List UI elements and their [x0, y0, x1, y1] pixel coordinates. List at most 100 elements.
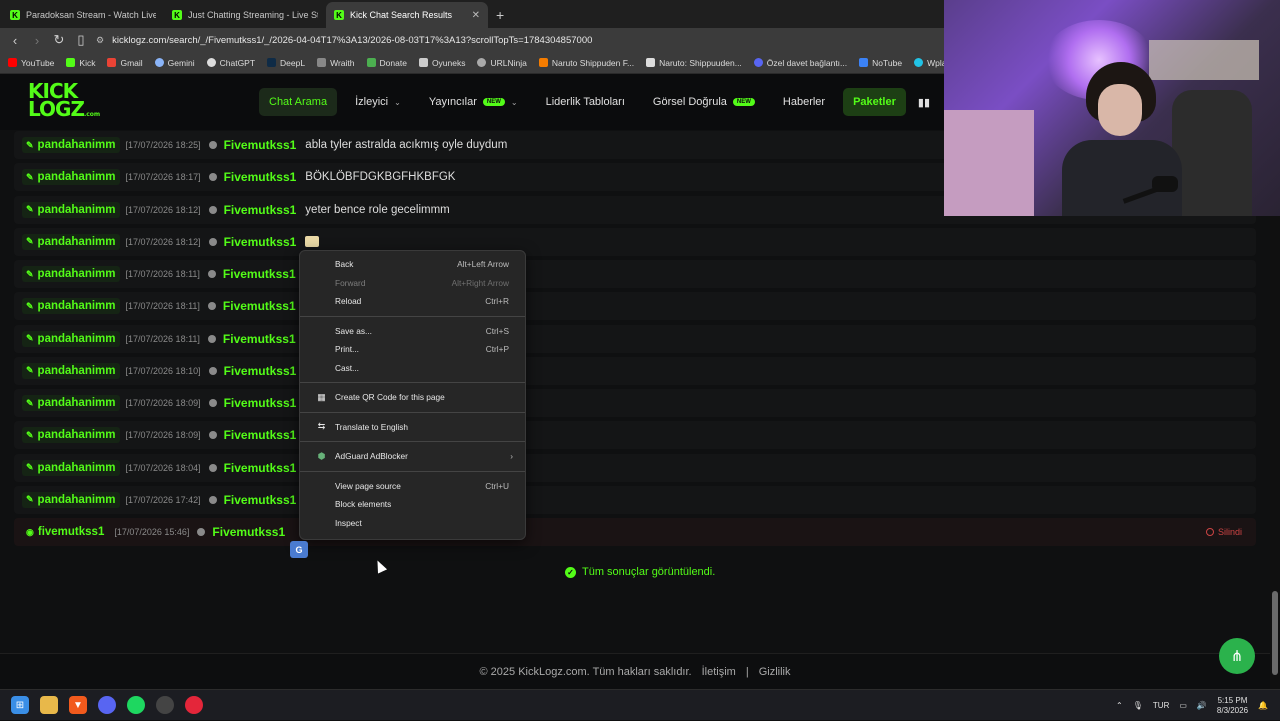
username-badge[interactable]: ✎ pandahanimm [22, 266, 120, 282]
username-badge[interactable]: ✎ pandahanimm [22, 233, 120, 250]
tab-paradoksan[interactable]: K Paradoksan Stream - Watch Live on K [2, 2, 164, 28]
username-badge[interactable]: ✎ pandahanimm [22, 491, 120, 508]
bookmark-kick[interactable]: Kick [66, 58, 95, 68]
nav-visual-verify[interactable]: Görsel Doğrula NEW [643, 88, 765, 116]
network-icon[interactable]: ▭ [1179, 701, 1187, 710]
bookmark-oyuneks[interactable]: Oyuneks [418, 58, 465, 68]
address-bar[interactable]: ⚙ kicklogz.com/search/_/Fivemutkss1/_/20… [96, 30, 944, 50]
target-channel[interactable]: Fivemutkss1 [224, 203, 297, 217]
info-icon[interactable] [207, 302, 216, 311]
bookmark-naruto-1[interactable]: Naruto Shippuden F... [538, 58, 634, 68]
bookmark-gemini[interactable]: Gemini [154, 58, 195, 68]
target-channel[interactable]: Fivemutkss1 [224, 364, 297, 378]
nav-chat-search[interactable]: Chat Arama [259, 88, 338, 116]
username-badge[interactable]: ✎ pandahanimm [22, 201, 120, 218]
menu-item-print[interactable]: Print... Ctrl+P [300, 340, 525, 359]
file-explorer-icon[interactable] [40, 696, 58, 714]
back-arrow-icon[interactable]: ‹ [8, 33, 22, 48]
nav-yayincilar[interactable]: Yayıncılar NEW ⌄ [419, 88, 528, 116]
info-icon[interactable] [208, 205, 217, 214]
clock[interactable]: 5:15 PM 8/3/2026 [1217, 696, 1248, 716]
bookmark-notube[interactable]: NoTube [859, 58, 902, 68]
menu-item-inspect[interactable]: Inspect [300, 514, 525, 533]
contact-link[interactable]: İletişim [702, 666, 736, 678]
target-channel[interactable]: Fivemutkss1 [223, 299, 296, 313]
username-badge[interactable]: ✎ pandahanimm [22, 362, 120, 379]
info-icon[interactable] [208, 431, 217, 440]
username-badge[interactable]: ✎ pandahanimm [22, 137, 120, 153]
tab-kick-chat-search[interactable]: K Kick Chat Search Results ✕ [326, 2, 488, 28]
nav-leaderboards[interactable]: Liderlik Tabloları [536, 88, 635, 116]
bookmark-urlninja[interactable]: URLNinja [477, 58, 527, 68]
privacy-link[interactable]: Gizlilik [759, 666, 791, 678]
site-info-icon[interactable]: ⚙ [96, 35, 104, 46]
windows-start-icon[interactable]: ⊞ [11, 696, 29, 714]
obs-icon[interactable] [156, 696, 174, 714]
username-badge[interactable]: ✎ pandahanimm [22, 330, 120, 347]
info-icon[interactable] [207, 334, 216, 343]
info-icon[interactable] [208, 463, 217, 472]
menu-item-forward[interactable]: Forward Alt+Right Arrow [300, 274, 525, 293]
share-button[interactable]: ⋔ [1219, 638, 1255, 674]
target-channel[interactable]: Fivemutkss1 [212, 525, 285, 539]
info-icon[interactable] [208, 366, 217, 375]
bookmark-gmail[interactable]: Gmail [107, 58, 143, 68]
notification-bell-icon[interactable]: 🔔 [1258, 701, 1268, 710]
menu-item-reload[interactable]: Reload Ctrl+R [300, 292, 525, 311]
username-badge[interactable]: ✎ pandahanimm [22, 169, 120, 186]
target-channel[interactable]: Fivemutkss1 [224, 235, 297, 249]
info-icon[interactable] [208, 399, 217, 407]
nav-izleyici[interactable]: İzleyici ⌄ [345, 88, 411, 116]
username-badge[interactable]: ✎ pandahanimm [22, 395, 120, 411]
scrollbar-thumb[interactable] [1272, 591, 1278, 675]
microphone-icon[interactable]: 🎙 [1133, 701, 1143, 710]
target-channel[interactable]: Fivemutkss1 [224, 428, 297, 442]
target-channel[interactable]: Fivemutkss1 [224, 138, 297, 152]
forward-arrow-icon[interactable]: › [30, 33, 44, 48]
info-icon[interactable] [208, 173, 217, 182]
menu-item-translate[interactable]: ⇆ Translate to English [300, 418, 525, 437]
bookmark-icon[interactable]: ▯ [74, 32, 88, 48]
username-badge[interactable]: ✎ pandahanimm [22, 427, 120, 444]
brave-browser-icon[interactable]: ▼ [69, 696, 87, 714]
discord-icon[interactable] [98, 696, 116, 714]
reload-icon[interactable]: ↻ [52, 32, 66, 48]
info-icon[interactable] [208, 237, 217, 246]
menu-item-block-elements[interactable]: Block elements [300, 495, 525, 514]
close-tab-icon[interactable]: ✕ [472, 10, 480, 21]
target-channel[interactable]: Fivemutkss1 [223, 267, 296, 281]
google-translate-icon[interactable]: G [290, 541, 308, 558]
info-icon[interactable] [197, 528, 206, 536]
stats-chart-icon[interactable]: ▮▮ [914, 88, 934, 116]
kicklogz-logo[interactable]: KICK LOGZ.com [28, 81, 100, 124]
menu-item-back[interactable]: Back Alt+Left Arrow [300, 255, 525, 274]
nav-news[interactable]: Haberler [773, 88, 835, 116]
language-indicator[interactable]: TUR [1153, 701, 1169, 710]
bookmark-discord-invite[interactable]: Özel davet bağlantı... [753, 58, 847, 68]
target-channel[interactable]: Fivemutkss1 [224, 170, 297, 184]
info-icon[interactable] [208, 141, 217, 149]
menu-item-qr-code[interactable]: ▦ Create QR Code for this page [300, 388, 525, 407]
username-badge[interactable]: ✎ pandahanimm [22, 459, 120, 476]
info-icon[interactable] [207, 270, 216, 278]
bookmark-naruto-2[interactable]: Naruto: Shippuuden... [646, 58, 742, 68]
menu-item-view-source[interactable]: View page source Ctrl+U [300, 477, 525, 496]
nav-packages-button[interactable]: Paketler [843, 88, 906, 116]
tab-just-chatting[interactable]: K Just Chatting Streaming - Live Stream [164, 2, 326, 28]
info-icon[interactable] [208, 495, 217, 504]
menu-item-save-as[interactable]: Save as... Ctrl+S [300, 322, 525, 341]
volume-icon[interactable]: 🔊 [1197, 701, 1207, 710]
username-badge[interactable]: ✎ pandahanimm [22, 298, 120, 315]
bookmark-youtube[interactable]: YouTube [8, 58, 54, 68]
target-channel[interactable]: Fivemutkss1 [224, 396, 297, 410]
menu-item-adguard[interactable]: ⬢ AdGuard AdBlocker › [300, 447, 525, 466]
username-badge[interactable]: ◉ fivemutkss1 [22, 524, 108, 540]
spotify-icon[interactable] [127, 696, 145, 714]
target-channel[interactable]: Fivemutkss1 [223, 332, 296, 346]
bookmark-chatgpt[interactable]: ChatGPT [206, 58, 255, 68]
opera-icon[interactable] [185, 696, 203, 714]
menu-item-cast[interactable]: Cast... [300, 359, 525, 378]
bookmark-wraith[interactable]: Wraith [317, 58, 355, 68]
target-channel[interactable]: Fivemutkss1 [224, 461, 297, 475]
bookmark-donate[interactable]: Donate [366, 58, 407, 68]
